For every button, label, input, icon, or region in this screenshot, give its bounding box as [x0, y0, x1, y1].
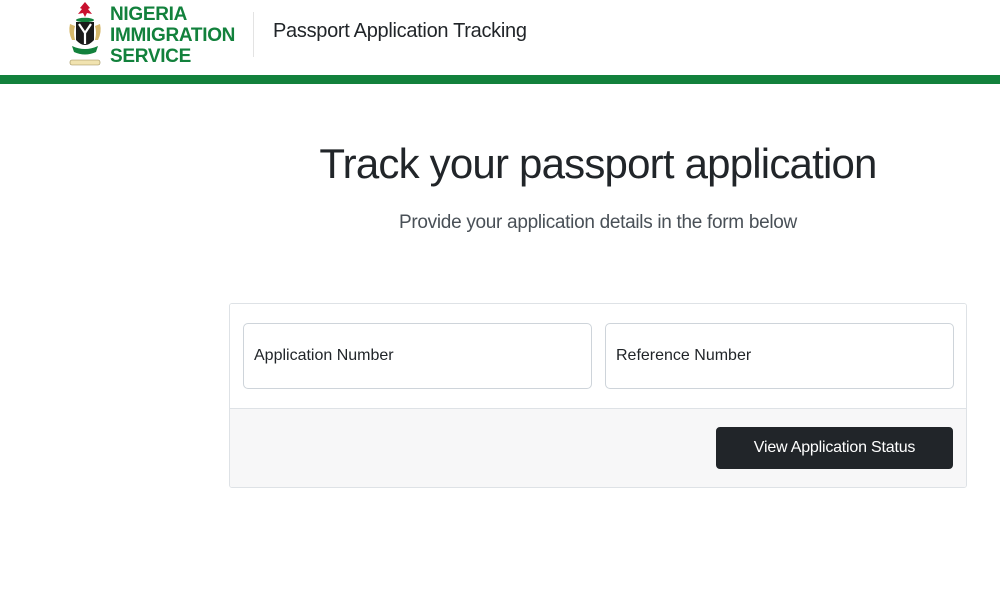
site-header: NIGERIA IMMIGRATION SERVICE Passport App…: [0, 0, 1000, 75]
tracking-form-body: [230, 304, 966, 408]
tracking-form-card: View Application Status: [229, 303, 967, 488]
reference-number-input[interactable]: [605, 323, 954, 389]
logo-line-2: IMMIGRATION: [110, 25, 236, 46]
page-title: Track your passport application: [319, 140, 877, 187]
view-application-status-button[interactable]: View Application Status: [716, 427, 953, 469]
logo-line-1: NIGERIA: [110, 4, 188, 25]
logo-wordmark: NIGERIA IMMIGRATION SERVICE: [110, 4, 235, 67]
nis-logo[interactable]: NIGERIA IMMIGRATION SERVICE: [66, 0, 236, 72]
logo-line-3: SERVICE: [110, 46, 191, 67]
header-title: Passport Application Tracking: [273, 20, 527, 42]
header-divider: [253, 12, 254, 57]
coat-of-arms-icon: [69, 2, 101, 66]
header-accent-bar: [0, 75, 1000, 84]
application-number-input[interactable]: [243, 323, 592, 389]
page-subtitle: Provide your application details in the …: [399, 212, 797, 233]
tracking-form-footer: View Application Status: [230, 408, 966, 487]
